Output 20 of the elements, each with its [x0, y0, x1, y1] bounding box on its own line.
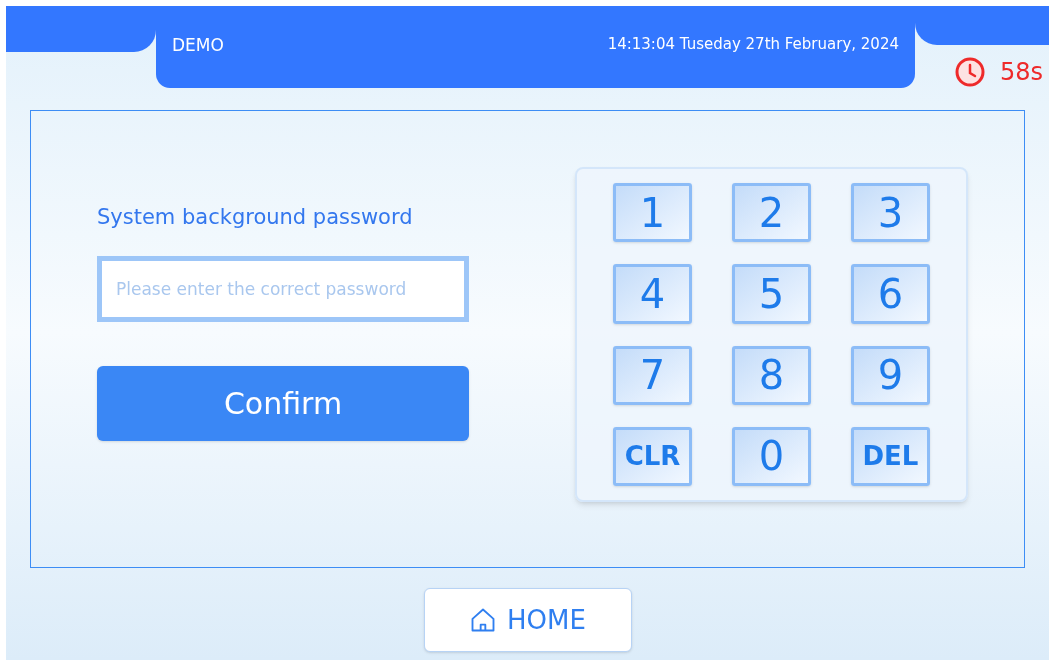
keypad-key[interactable]: 2 [732, 183, 811, 243]
keypad-key[interactable]: DEL [851, 426, 930, 486]
keypad-key[interactable]: 8 [732, 345, 811, 405]
keypad-key[interactable]: 9 [851, 345, 930, 405]
countdown-timer: 58s [999, 60, 1043, 84]
keypad-key[interactable]: 5 [732, 264, 811, 324]
keypad-key[interactable]: 1 [613, 183, 692, 243]
keypad-key[interactable]: 6 [851, 264, 930, 324]
keypad-key[interactable]: 7 [613, 345, 692, 405]
keypad-key[interactable]: 3 [851, 183, 930, 243]
clock-icon [953, 56, 986, 88]
keypad-key[interactable]: 4 [613, 264, 692, 324]
keypad-key[interactable]: CLR [613, 426, 692, 486]
date-time: 14:13:04 Tuseday 27th February, 2024 [607, 37, 899, 52]
confirm-button[interactable]: Confirm [97, 366, 469, 441]
home-button[interactable]: HOME [423, 588, 632, 652]
keypad-key[interactable]: 0 [732, 426, 811, 486]
app-title: DEMO [172, 37, 224, 54]
password-field[interactable]: Please enter the correct password [97, 256, 469, 322]
password-label: System background password [97, 207, 414, 228]
